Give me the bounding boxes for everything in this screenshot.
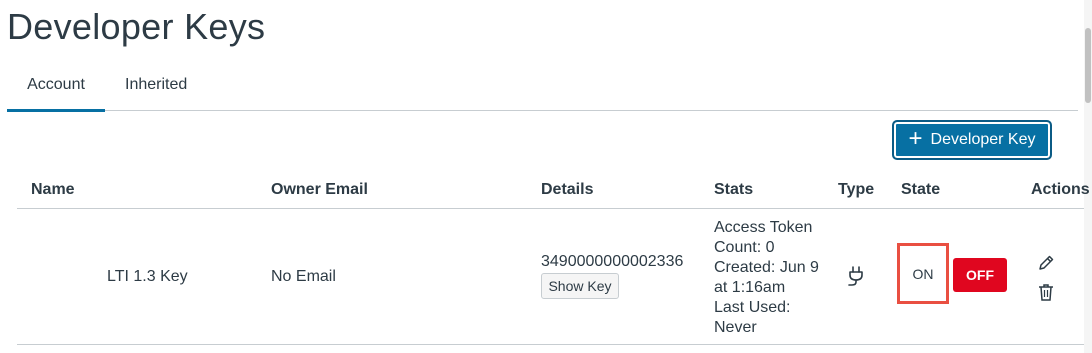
column-header-type: Type xyxy=(838,181,875,198)
tab-inherited[interactable]: Inherited xyxy=(125,76,187,94)
trash-icon[interactable] xyxy=(1038,283,1054,301)
tab-bar: Account Inherited xyxy=(7,70,1078,112)
plus-icon: + xyxy=(908,125,923,152)
state-on-button[interactable]: ON xyxy=(897,243,949,304)
stats-line: at 1:16am xyxy=(714,279,786,296)
key-stats: Access Token Count: 0 Created: Jun 9 at … xyxy=(714,218,824,338)
tab-account[interactable]: Account xyxy=(7,76,105,94)
column-header-state: State xyxy=(901,181,941,198)
page-title: Developer Keys xyxy=(7,6,266,47)
key-name: LTI 1.3 Key xyxy=(107,268,188,285)
column-header-owner-email: Owner Email xyxy=(271,181,368,198)
stats-line: Last Used: xyxy=(714,299,791,316)
add-developer-key-button[interactable]: + Developer Key xyxy=(892,120,1052,160)
edit-icon[interactable] xyxy=(1037,254,1055,272)
column-header-actions: Actions xyxy=(1031,181,1090,198)
show-key-button[interactable]: Show Key xyxy=(541,273,619,299)
plug-icon xyxy=(848,266,863,286)
stats-line: Access Token xyxy=(714,219,813,236)
scrollbar[interactable] xyxy=(1084,0,1092,353)
header-divider xyxy=(17,208,1084,209)
scrollbar-thumb[interactable] xyxy=(1085,28,1091,103)
active-tab-indicator xyxy=(7,109,105,112)
stats-line: Never xyxy=(714,319,757,336)
owner-email: No Email xyxy=(271,268,336,285)
state-toggle: ON OFF xyxy=(897,243,1010,304)
column-header-name: Name xyxy=(31,181,75,198)
stats-line: Created: Jun 9 xyxy=(714,259,819,276)
column-header-stats: Stats xyxy=(714,181,754,198)
row-divider xyxy=(17,344,1084,345)
add-developer-key-label: Developer Key xyxy=(930,131,1036,148)
stats-line: Count: 0 xyxy=(714,239,775,256)
state-off-button[interactable]: OFF xyxy=(953,258,1007,292)
developer-key-id: 3490000000002336 xyxy=(541,253,684,270)
column-header-details: Details xyxy=(541,181,594,198)
